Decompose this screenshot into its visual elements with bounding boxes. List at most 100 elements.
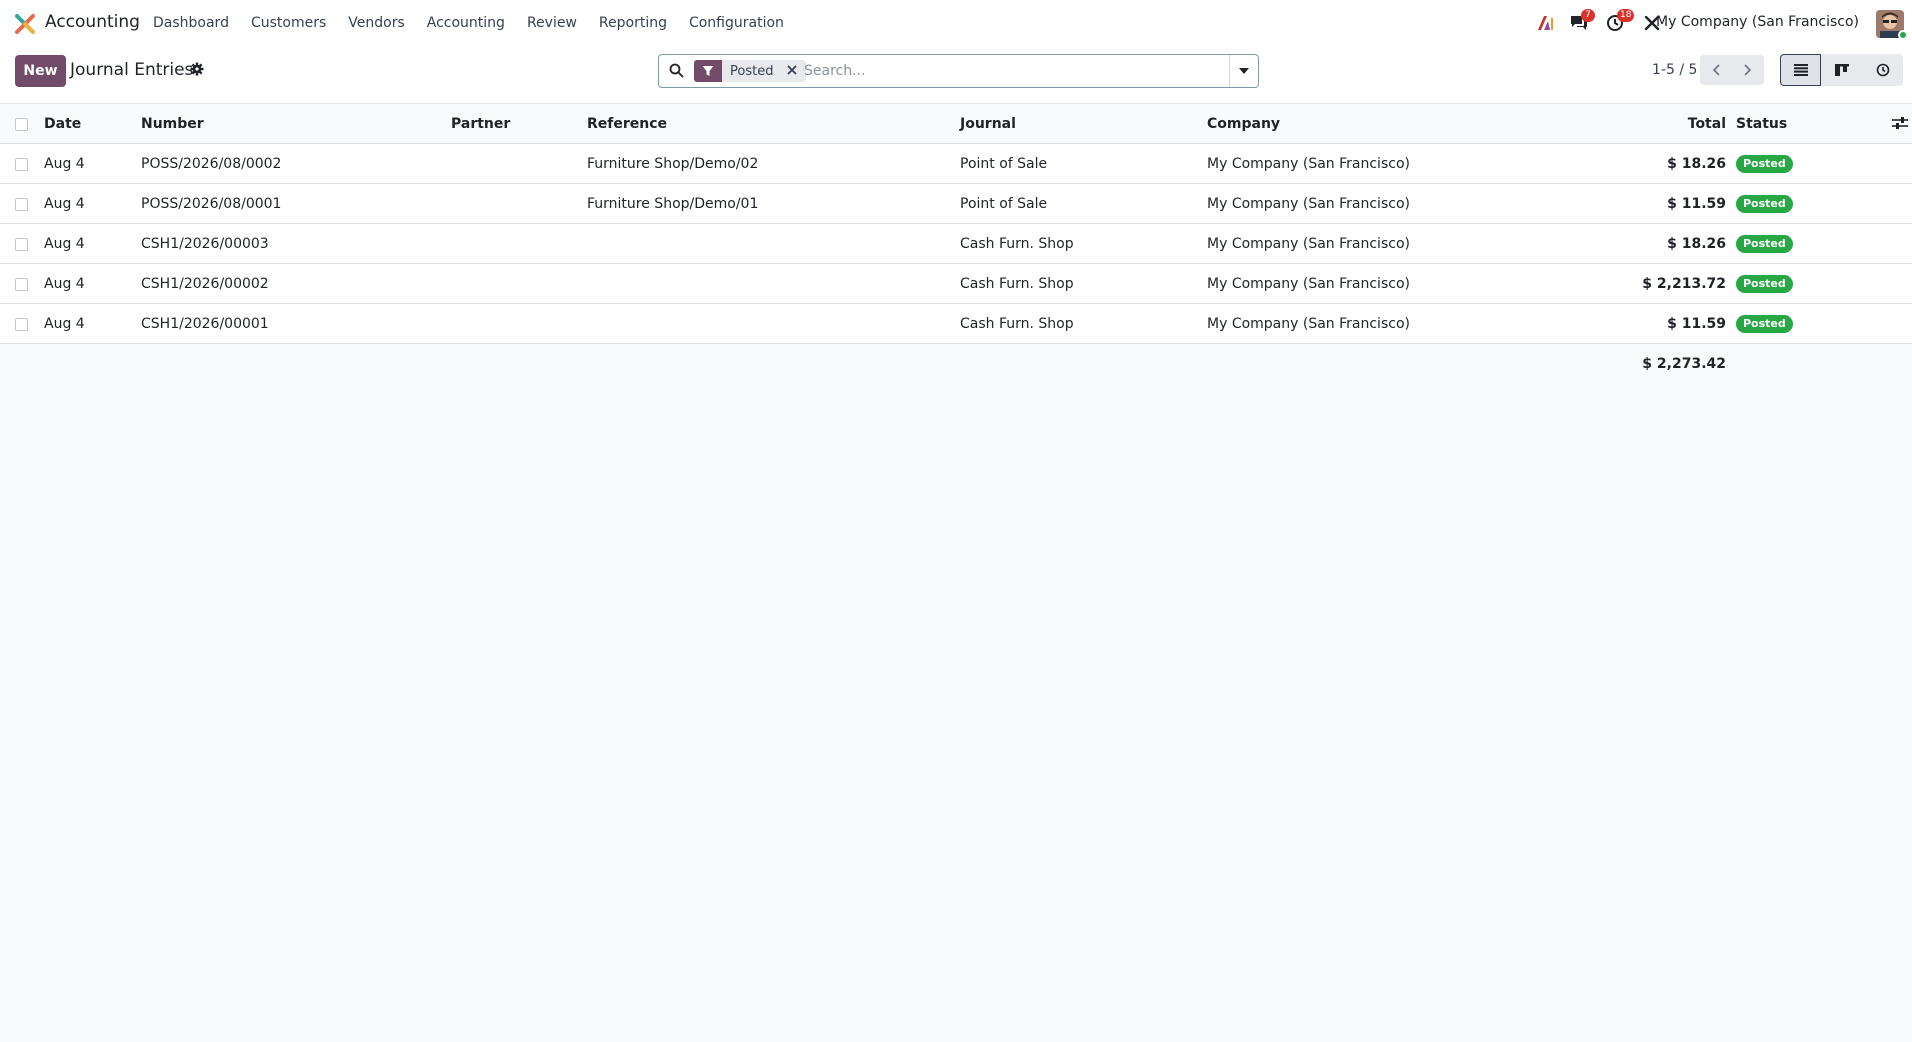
- row-checkbox[interactable]: [15, 278, 28, 291]
- cell-company: My Company (San Francisco): [1207, 316, 1410, 332]
- cell-status: Posted: [1736, 224, 1793, 264]
- cell-number: POSS/2026/08/0001: [141, 196, 282, 212]
- column-header-date[interactable]: Date: [44, 104, 81, 144]
- pager-previous-button[interactable]: [1700, 55, 1732, 85]
- menu-item-review[interactable]: Review: [516, 15, 588, 31]
- cell-date: Aug 4: [44, 276, 85, 292]
- filter-facet: Posted: [694, 60, 806, 82]
- cell-date: Aug 4: [44, 316, 85, 332]
- kanban-icon: [1834, 64, 1849, 76]
- cell-status: Posted: [1736, 184, 1793, 224]
- chevron-left-icon: [1712, 64, 1720, 76]
- clock-icon: [1876, 63, 1889, 77]
- menu-item-accounting[interactable]: Accounting: [416, 15, 516, 31]
- table-footer: $ 2,273.42: [0, 344, 1912, 384]
- table-row[interactable]: Aug 4 CSH1/2026/00001 Cash Furn. Shop My…: [0, 304, 1912, 344]
- remove-filter-icon[interactable]: [786, 64, 798, 80]
- cell-journal: Cash Furn. Shop: [960, 316, 1074, 332]
- filter-icon: [694, 60, 722, 82]
- column-header-company[interactable]: Company: [1207, 104, 1280, 144]
- row-checkbox[interactable]: [15, 198, 28, 211]
- cell-total: $ 18.26: [1667, 156, 1726, 172]
- select-all-checkbox[interactable]: [15, 118, 28, 131]
- table-row[interactable]: Aug 4 CSH1/2026/00002 Cash Furn. Shop My…: [0, 264, 1912, 304]
- menu-item-vendors[interactable]: Vendors: [337, 15, 415, 31]
- row-checkbox[interactable]: [15, 318, 28, 331]
- cell-reference: Furniture Shop/Demo/02: [587, 156, 759, 172]
- search-options-toggle[interactable]: [1229, 55, 1258, 87]
- app-name[interactable]: Accounting: [45, 12, 140, 32]
- page-title: Journal Entries: [70, 60, 194, 80]
- cell-reference: Furniture Shop/Demo/01: [587, 196, 759, 212]
- messages-badge: 7: [1581, 9, 1595, 22]
- apps-menu-icon[interactable]: [14, 13, 36, 35]
- cell-date: Aug 4: [44, 156, 85, 172]
- row-checkbox[interactable]: [15, 238, 28, 251]
- search-bar: Posted: [658, 54, 1259, 88]
- cell-company: My Company (San Francisco): [1207, 276, 1410, 292]
- cell-date: Aug 4: [44, 236, 85, 252]
- table-header: Date Number Partner Reference Journal Co…: [0, 104, 1912, 144]
- cell-journal: Point of Sale: [960, 156, 1048, 172]
- activity-view-button[interactable]: [1862, 54, 1903, 86]
- cell-number: POSS/2026/08/0002: [141, 156, 282, 172]
- list-icon: [1793, 64, 1808, 76]
- status-badge: Posted: [1736, 275, 1793, 293]
- top-navbar: Accounting Dashboard Customers Vendors A…: [0, 0, 1912, 46]
- cell-number: CSH1/2026/00001: [141, 316, 269, 332]
- cell-total: $ 11.59: [1667, 196, 1726, 212]
- company-switcher[interactable]: My Company (San Francisco): [1656, 14, 1859, 30]
- menu-item-customers[interactable]: Customers: [240, 15, 337, 31]
- list-view-button[interactable]: [1780, 54, 1821, 86]
- cell-journal: Cash Furn. Shop: [960, 276, 1074, 292]
- optional-columns-icon[interactable]: [1892, 116, 1908, 132]
- cell-company: My Company (San Francisco): [1207, 196, 1410, 212]
- column-header-status[interactable]: Status: [1736, 104, 1787, 144]
- status-badge: Posted: [1736, 315, 1793, 333]
- search-icon: [669, 63, 684, 82]
- column-header-total[interactable]: Total: [1688, 104, 1726, 144]
- pager-next-button[interactable]: [1732, 55, 1764, 85]
- filter-facet-label: Posted: [730, 63, 774, 79]
- menu-item-reporting[interactable]: Reporting: [588, 15, 678, 31]
- status-badge: Posted: [1736, 195, 1793, 213]
- status-badge: Posted: [1736, 235, 1793, 253]
- cell-company: My Company (San Francisco): [1207, 236, 1410, 252]
- menu-item-configuration[interactable]: Configuration: [678, 15, 795, 31]
- control-panel: New Journal Entries Posted Search... 1-5…: [0, 46, 1912, 104]
- grand-total: $ 2,273.42: [1642, 356, 1726, 372]
- cell-company: My Company (San Francisco): [1207, 156, 1410, 172]
- online-status-dot: [1898, 30, 1908, 40]
- cell-status: Posted: [1736, 144, 1793, 184]
- menu-item-dashboard[interactable]: Dashboard: [142, 15, 240, 31]
- cell-journal: Cash Furn. Shop: [960, 236, 1074, 252]
- cell-number: CSH1/2026/00002: [141, 276, 269, 292]
- caret-down-icon: [1239, 68, 1249, 74]
- table-row[interactable]: Aug 4 POSS/2026/08/0001 Furniture Shop/D…: [0, 184, 1912, 224]
- column-header-reference[interactable]: Reference: [587, 104, 667, 144]
- cell-date: Aug 4: [44, 196, 85, 212]
- cell-total: $ 18.26: [1667, 236, 1726, 252]
- gear-icon[interactable]: [190, 62, 204, 80]
- activities-badge: 18: [1617, 9, 1635, 22]
- pager-value[interactable]: 1-5 / 5: [1652, 62, 1697, 78]
- column-header-partner[interactable]: Partner: [451, 104, 510, 144]
- main-menu: Dashboard Customers Vendors Accounting R…: [142, 0, 795, 46]
- cell-total: $ 2,213.72: [1642, 276, 1726, 292]
- cell-status: Posted: [1736, 264, 1793, 304]
- cell-total: $ 11.59: [1667, 316, 1726, 332]
- table-row[interactable]: Aug 4 POSS/2026/08/0002 Furniture Shop/D…: [0, 144, 1912, 184]
- kanban-view-button[interactable]: [1821, 54, 1862, 86]
- ai-icon[interactable]: [1534, 12, 1556, 34]
- messages-icon[interactable]: 7: [1568, 9, 1595, 34]
- column-header-number[interactable]: Number: [141, 104, 204, 144]
- journal-entries-table: Date Number Partner Reference Journal Co…: [0, 104, 1912, 384]
- cell-journal: Point of Sale: [960, 196, 1048, 212]
- column-header-journal[interactable]: Journal: [960, 104, 1016, 144]
- table-row[interactable]: Aug 4 CSH1/2026/00003 Cash Furn. Shop My…: [0, 224, 1912, 264]
- cell-number: CSH1/2026/00003: [141, 236, 269, 252]
- activity-clock-icon[interactable]: 18: [1604, 9, 1635, 34]
- new-button[interactable]: New: [15, 55, 66, 87]
- row-checkbox[interactable]: [15, 158, 28, 171]
- search-input[interactable]: [804, 60, 1224, 82]
